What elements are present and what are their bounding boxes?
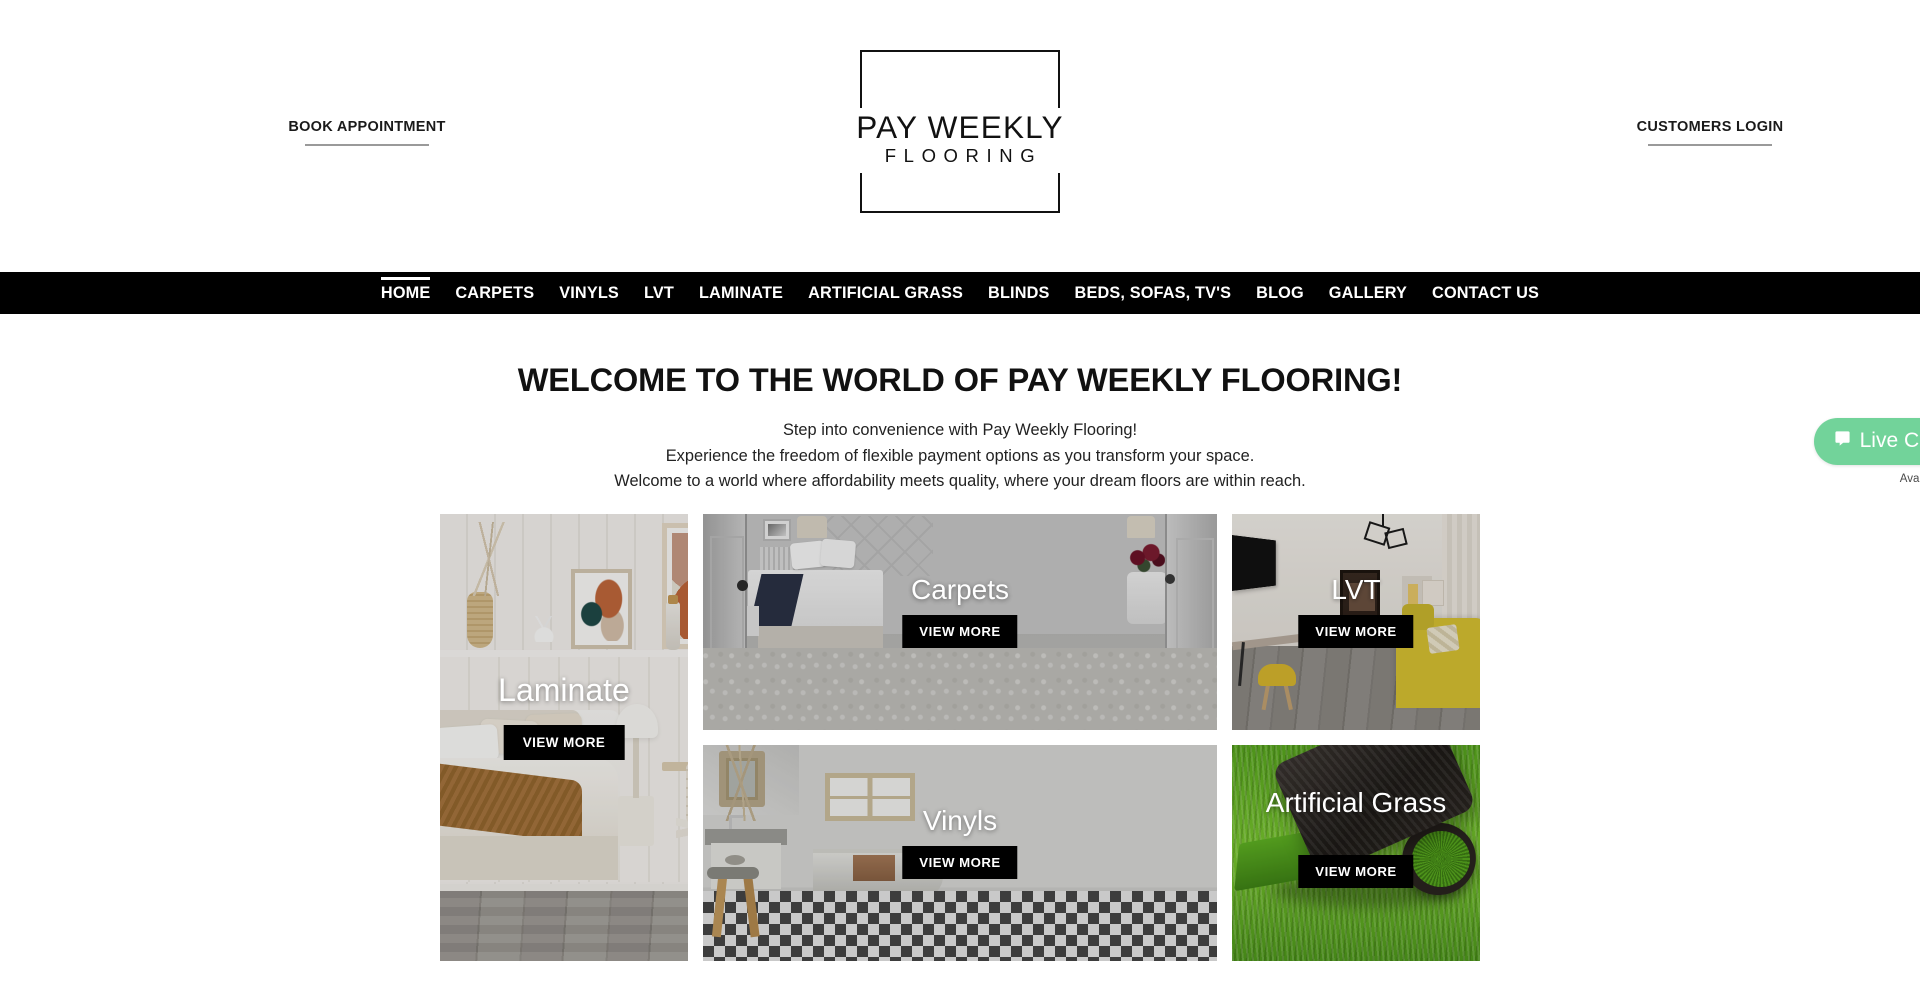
nav-item-beds-sofas-tvs[interactable]: BEDS, SOFAS, TV'S — [1062, 272, 1244, 314]
artificial-grass-overlay — [1232, 744, 1480, 961]
main-navigation: HOME CARPETS VINYLS LVT LAMINATE ARTIFIC… — [0, 272, 1920, 314]
nav-item-blinds[interactable]: BLINDS — [976, 272, 1063, 314]
intro-line-1: Step into convenience with Pay Weekly Fl… — [782, 421, 1138, 439]
book-appointment-label: BOOK APPOINTMENT — [288, 119, 446, 135]
live-chat-availability: Available from 6 — [1899, 473, 1920, 485]
customers-login-link[interactable]: CUSTOMERS LOGIN — [1610, 119, 1810, 146]
site-header: BOOK APPOINTMENT PAY WEEKLY FLOORING CUS… — [0, 0, 1920, 272]
book-appointment-link[interactable]: BOOK APPOINTMENT — [267, 119, 467, 146]
intro-section: WELCOME TO THE WORLD OF PAY WEEKLY FLOOR… — [0, 314, 1920, 493]
category-tile-artificial-grass[interactable]: Artificial Grass VIEW MORE — [1232, 744, 1480, 961]
laminate-title: Laminate — [498, 671, 630, 708]
logo-line-1: PAY WEEKLY — [856, 109, 1064, 145]
logo-frame-top — [860, 50, 1060, 114]
customers-login-label: CUSTOMERS LOGIN — [1636, 119, 1784, 135]
logo-line-2: FLOORING — [884, 144, 1043, 166]
customers-login-underline — [1648, 144, 1772, 146]
nav-item-laminate[interactable]: LAMINATE — [686, 272, 795, 314]
lvt-view-more-button[interactable]: VIEW MORE — [1298, 614, 1414, 648]
artificial-grass-title: Artificial Grass — [1265, 786, 1447, 818]
artificial-grass-view-more-button[interactable]: VIEW MORE — [1298, 854, 1414, 888]
nav-item-home[interactable]: HOME — [368, 272, 442, 314]
category-tile-laminate[interactable]: Laminate VIEW MORE — [440, 513, 688, 961]
carpets-view-more-button[interactable]: VIEW MORE — [902, 614, 1018, 648]
site-logo[interactable]: PAY WEEKLY FLOORING — [846, 50, 1074, 213]
lvt-title: LVT — [1331, 573, 1381, 605]
nav-item-carpets[interactable]: CARPETS — [443, 272, 547, 314]
live-chat-label: Live Chat ! — [1859, 429, 1920, 452]
page-title: WELCOME TO THE WORLD OF PAY WEEKLY FLOOR… — [517, 362, 1403, 398]
chat-bubble-icon — [1834, 429, 1851, 453]
category-tile-lvt[interactable]: LVT VIEW MORE — [1232, 513, 1480, 730]
nav-item-artificial-grass[interactable]: ARTIFICIAL GRASS — [796, 272, 976, 314]
intro-line-3: Welcome to a world where affordability m… — [614, 472, 1306, 491]
live-chat-widget[interactable]: Live Chat ! Available from 6 — [1772, 418, 1920, 485]
vinyls-view-more-button[interactable]: VIEW MORE — [902, 845, 1018, 879]
nav-item-blog[interactable]: BLOG — [1244, 272, 1317, 314]
category-tile-vinyls[interactable]: Vinyls VIEW MORE — [703, 744, 1217, 961]
category-grid: Carpets VIEW MORE Laminate VIEW MORE LVT… — [440, 513, 1480, 961]
laminate-view-more-button[interactable]: VIEW MORE — [503, 724, 625, 760]
category-tile-carpets[interactable]: Carpets VIEW MORE — [703, 513, 1217, 730]
vinyls-title: Vinyls — [922, 804, 998, 836]
logo-wordmark: PAY WEEKLY FLOORING — [846, 108, 1074, 173]
nav-item-gallery[interactable]: GALLERY — [1316, 272, 1419, 314]
intro-paragraph: Step into convenience with Pay Weekly Fl… — [0, 420, 1920, 493]
nav-item-vinyls[interactable]: VINYLS — [547, 272, 632, 314]
nav-item-lvt[interactable]: LVT — [631, 272, 686, 314]
carpets-title: Carpets — [910, 573, 1010, 605]
book-appointment-underline — [305, 144, 429, 146]
nav-item-contact-us[interactable]: CONTACT US — [1420, 272, 1552, 314]
intro-line-2: Experience the freedom of flexible payme… — [665, 446, 1255, 465]
live-chat-button[interactable]: Live Chat ! — [1813, 418, 1920, 465]
